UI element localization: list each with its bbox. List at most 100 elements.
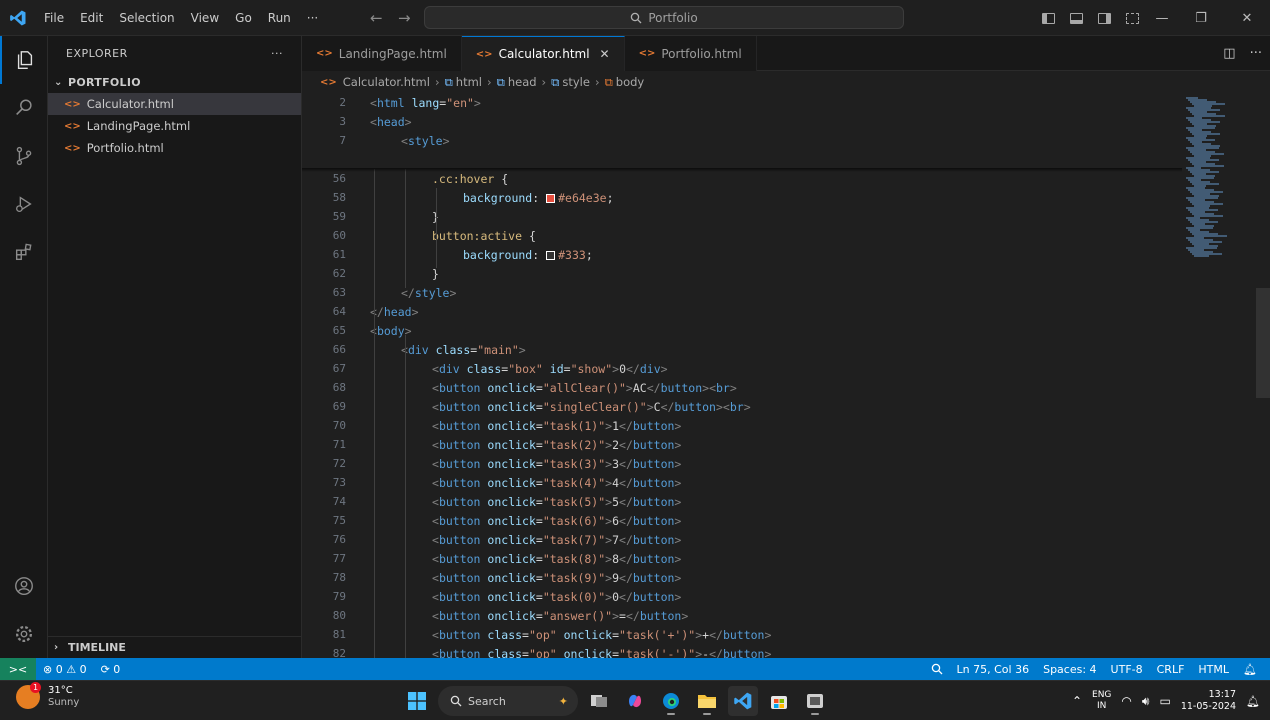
wifi-icon[interactable]: ◠ xyxy=(1121,694,1131,708)
toggle-primary-sidebar-icon[interactable] xyxy=(1034,0,1062,36)
customize-layout-icon[interactable] xyxy=(1118,0,1146,36)
run-debug-icon[interactable] xyxy=(0,180,48,228)
menu-edit[interactable]: Edit xyxy=(72,0,111,36)
code-line[interactable]: 79 <button onclick="task(0)">0</button> xyxy=(302,587,1182,606)
battery-icon[interactable]: ▭ xyxy=(1159,694,1170,708)
code-line[interactable]: 64 </head> xyxy=(302,302,1182,321)
explorer-more-icon[interactable]: ··· xyxy=(271,47,283,60)
code-line[interactable]: 58 background: #e64e3e; xyxy=(302,188,1182,207)
menu-run[interactable]: Run xyxy=(260,0,299,36)
extensions-icon[interactable] xyxy=(0,228,48,276)
editor-more-icon[interactable]: ··· xyxy=(1250,46,1262,61)
code-line[interactable]: 62} xyxy=(302,264,1182,283)
recorder-app-icon[interactable] xyxy=(800,686,830,716)
cursor-position[interactable]: Ln 75, Col 36 xyxy=(950,663,1037,676)
notifications-bell-icon[interactable]: 🔔︎ xyxy=(1236,663,1264,676)
command-center-search[interactable]: Portfolio xyxy=(424,6,904,29)
volume-icon[interactable]: 🔊︎ xyxy=(1142,694,1150,709)
code-line[interactable]: 82 <button class="op" onclick="task('-')"… xyxy=(302,644,1182,659)
breadcrumb-item[interactable]: html xyxy=(456,75,482,89)
restore-icon[interactable]: ❐ xyxy=(1178,0,1224,36)
ports-status[interactable]: ⟳ 0 xyxy=(94,663,128,676)
tab-calculator[interactable]: <> Calculator.html ✕ xyxy=(461,36,625,71)
code-line[interactable]: 71 <button onclick="task(2)">2</button> xyxy=(302,435,1182,454)
code-line[interactable]: 66 <div class="main"> xyxy=(302,340,1182,359)
vscode-taskbar-icon[interactable] xyxy=(728,686,758,716)
code-line[interactable]: 60 button:active { xyxy=(302,226,1182,245)
code-line[interactable]: 68 <button onclick="allClear()">AC</butto… xyxy=(302,378,1182,397)
indentation[interactable]: Spaces: 4 xyxy=(1036,663,1103,676)
code-line[interactable]: 76 <button onclick="task(7)">7</button> xyxy=(302,530,1182,549)
language-indicator[interactable]: ENG IN xyxy=(1092,690,1111,712)
sticky-code-line[interactable]: 3 <head> xyxy=(302,112,1182,131)
language-mode[interactable]: HTML xyxy=(1191,663,1236,676)
editor-scrollbar[interactable] xyxy=(1256,288,1270,398)
file-item-portfolio[interactable]: <> Portfolio.html xyxy=(48,137,301,159)
weather-desc: Sunny xyxy=(48,697,80,708)
tab-landingpage[interactable]: <> LandingPage.html xyxy=(302,36,462,71)
notification-bell-icon[interactable]: 🔔︎ xyxy=(1246,695,1260,708)
clock[interactable]: 13:17 11-05-2024 xyxy=(1181,689,1236,713)
folder-section-header[interactable]: ⌄ PORTFOLIO xyxy=(48,71,301,93)
menu-file[interactable]: File xyxy=(36,0,72,36)
code-text: </head> xyxy=(370,304,419,319)
minimize-icon[interactable]: — xyxy=(1146,0,1178,36)
timeline-section-header[interactable]: › TIMELINE xyxy=(48,636,301,658)
menu-selection[interactable]: Selection xyxy=(111,0,182,36)
search-view-icon[interactable] xyxy=(0,84,48,132)
problems-status[interactable]: ⊗ 0 ⚠ 0 xyxy=(36,663,94,676)
breadcrumb-item[interactable]: head xyxy=(508,75,537,89)
code-line[interactable]: 70 <button onclick="task(1)">1</button> xyxy=(302,416,1182,435)
code-editor[interactable]: 2 <html lang="en"> 3 <head> 7 <style> 56 .cc:ho… xyxy=(302,93,1270,658)
windows-start-icon[interactable] xyxy=(402,686,432,716)
code-line[interactable]: 78 <button onclick="task(9)">9</button> xyxy=(302,568,1182,587)
code-line[interactable]: 73 <button onclick="task(4)">4</button> xyxy=(302,473,1182,492)
file-explorer-icon[interactable] xyxy=(692,686,722,716)
explorer-icon[interactable] xyxy=(0,36,48,84)
file-item-landingpage[interactable]: <> LandingPage.html xyxy=(48,115,301,137)
weather-widget[interactable]: 1 31°C Sunny xyxy=(16,682,80,709)
code-line[interactable]: 61 background: #333; xyxy=(302,245,1182,264)
breadcrumb-item[interactable]: Calculator.html xyxy=(343,75,430,89)
code-line[interactable]: 65<body> xyxy=(302,321,1182,340)
task-view-icon[interactable] xyxy=(584,686,614,716)
encoding[interactable]: UTF-8 xyxy=(1104,663,1150,676)
tray-overflow-chevron-icon[interactable]: ⌃ xyxy=(1072,694,1082,708)
forward-arrow-icon[interactable]: → xyxy=(388,9,421,27)
menu-more[interactable]: ··· xyxy=(299,0,326,36)
accounts-icon[interactable] xyxy=(0,562,48,610)
source-control-icon[interactable] xyxy=(0,132,48,180)
sticky-code-line[interactable]: 2 <html lang="en"> xyxy=(302,93,1182,112)
menu-view[interactable]: View xyxy=(183,0,227,36)
file-item-calculator[interactable]: <> Calculator.html xyxy=(48,93,301,115)
code-line[interactable]: 81 <button class="op" onclick="task('+')"… xyxy=(302,625,1182,644)
tab-portfolio[interactable]: <> Portfolio.html xyxy=(624,36,757,71)
taskbar-search[interactable]: Search ✦ xyxy=(438,686,578,716)
code-line[interactable]: 75 <button onclick="task(6)">6</button> xyxy=(302,511,1182,530)
remote-indicator-icon[interactable]: >< xyxy=(0,658,36,680)
code-line[interactable]: 80 <button onclick="answer()">=</button> xyxy=(302,606,1182,625)
line-ending[interactable]: CRLF xyxy=(1150,663,1192,676)
code-line[interactable]: 74 <button onclick="task(5)">5</button> xyxy=(302,492,1182,511)
toggle-secondary-sidebar-icon[interactable] xyxy=(1090,0,1118,36)
close-tab-icon[interactable]: ✕ xyxy=(600,47,610,61)
breadcrumb-item[interactable]: body xyxy=(616,75,644,89)
code-line[interactable]: 77 <button onclick="task(8)">8</button> xyxy=(302,549,1182,568)
edge-browser-icon[interactable] xyxy=(656,686,686,716)
code-line[interactable]: 59} xyxy=(302,207,1182,226)
code-line[interactable]: 67 <div class="box" id="show">0</div> xyxy=(302,359,1182,378)
zoom-icon[interactable] xyxy=(924,663,950,675)
code-line[interactable]: 63 </style> xyxy=(302,283,1182,302)
split-editor-icon[interactable]: ◫ xyxy=(1223,46,1235,61)
code-line[interactable]: 72 <button onclick="task(3)">3</button> xyxy=(302,454,1182,473)
toggle-panel-icon[interactable] xyxy=(1062,0,1090,36)
minimap[interactable] xyxy=(1182,93,1254,658)
menu-go[interactable]: Go xyxy=(227,0,260,36)
sticky-code-line[interactable]: 7 <style> xyxy=(302,131,1182,150)
store-icon[interactable] xyxy=(764,686,794,716)
breadcrumb-item[interactable]: style xyxy=(562,75,590,89)
code-line[interactable]: 69 <button onclick="singleClear()">C</but… xyxy=(302,397,1182,416)
manage-gear-icon[interactable] xyxy=(0,610,48,658)
close-window-icon[interactable]: ✕ xyxy=(1224,0,1270,36)
copilot-icon[interactable] xyxy=(620,686,650,716)
